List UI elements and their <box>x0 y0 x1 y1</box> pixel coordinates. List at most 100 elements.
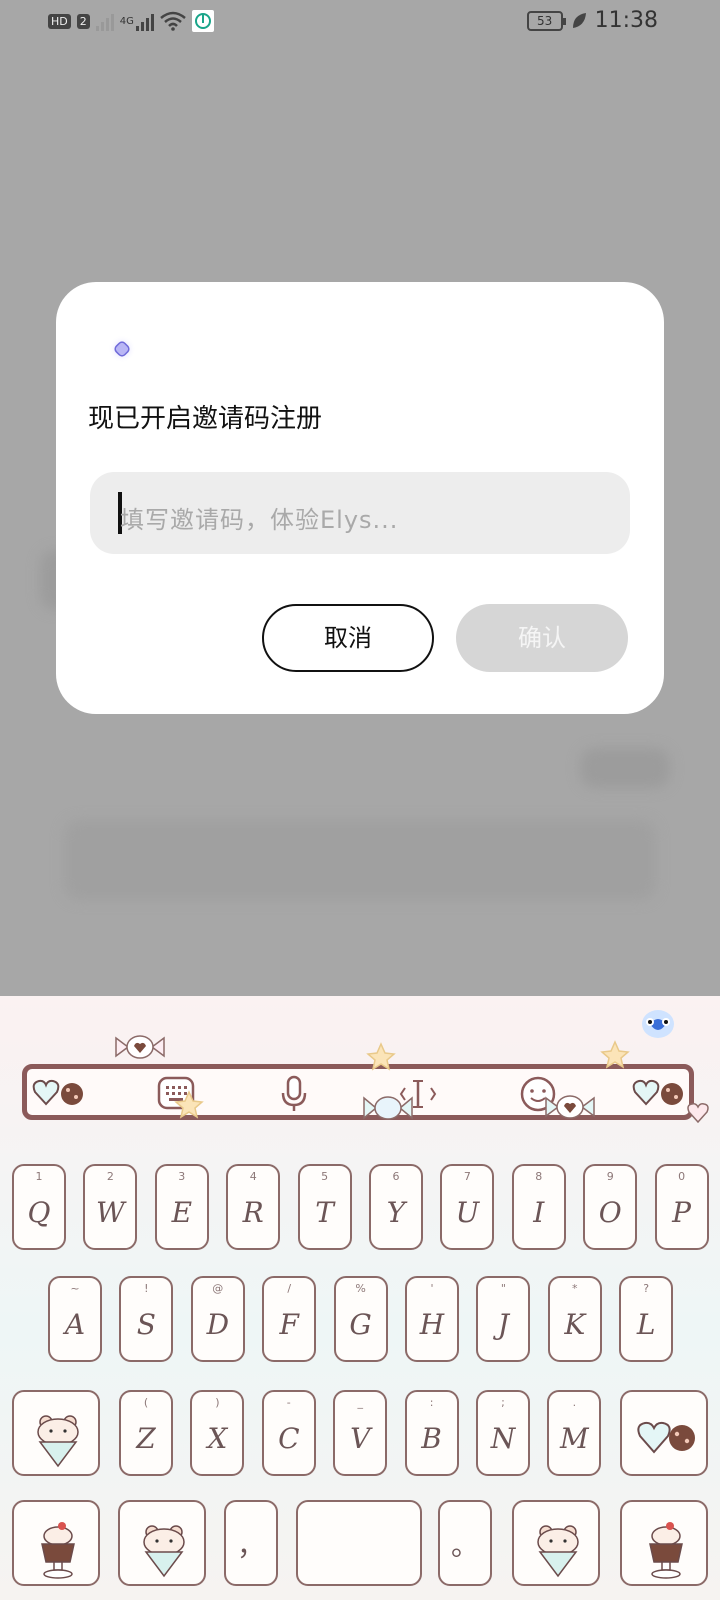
microphone-icon <box>281 1075 307 1111</box>
key-l[interactable]: ? L <box>619 1276 674 1362</box>
key-label: U <box>455 1196 480 1229</box>
key-label: O <box>598 1196 622 1229</box>
key-v[interactable]: _ V <box>333 1390 388 1476</box>
key-t[interactable]: 5T <box>297 1164 352 1250</box>
key-label: P <box>672 1196 692 1229</box>
key-secondary-label: : <box>429 1396 434 1409</box>
key-f[interactable]: / F <box>262 1276 317 1362</box>
key-secondary-label: ~ <box>70 1282 80 1295</box>
key-label: G <box>349 1308 372 1341</box>
delete-key[interactable] <box>620 1390 708 1476</box>
key-secondary-label: 5 <box>321 1170 329 1183</box>
key-p[interactable]: 0P <box>654 1164 709 1250</box>
key-o[interactable]: 9O <box>583 1164 638 1250</box>
key-m[interactable]: .M <box>547 1390 602 1476</box>
key-secondary-label: ? <box>643 1282 650 1295</box>
heart-cookie-icon <box>637 1421 695 1454</box>
sundae-icon <box>649 1522 683 1579</box>
key-h[interactable]: ' H <box>405 1276 459 1362</box>
key-d[interactable]: @ D <box>190 1276 245 1362</box>
key-secondary-label: 1 <box>35 1170 43 1183</box>
key-secondary-label: / <box>287 1282 292 1295</box>
sim-badge: 2 <box>76 13 90 29</box>
key-label: K <box>564 1308 586 1341</box>
key-j[interactable]: " J <box>476 1276 531 1362</box>
bear-icecream-icon <box>37 1415 79 1468</box>
key-label: B <box>421 1422 442 1455</box>
key-secondary-label: @ <box>212 1282 224 1295</box>
app-logo-icon <box>108 335 136 363</box>
cursor-control-button[interactable] <box>398 1074 438 1114</box>
key-s[interactable]: ! S <box>119 1276 174 1362</box>
period-key-label: 。 <box>450 1529 479 1562</box>
keyboard-mascot-icon[interactable] <box>640 1006 676 1042</box>
key-label: T <box>315 1196 334 1229</box>
key-a[interactable]: ~ A <box>48 1276 102 1362</box>
key-secondary-label: 3 <box>178 1170 186 1183</box>
symbols-key[interactable] <box>12 1500 100 1586</box>
key-label: X <box>207 1422 228 1455</box>
key-label: S <box>136 1308 156 1341</box>
input-placeholder: 填写邀请码，体验Elys... <box>120 506 399 534</box>
cancel-button[interactable]: 取消 <box>262 604 434 672</box>
sticker-key[interactable] <box>512 1500 600 1586</box>
key-label: W <box>96 1196 125 1229</box>
background-content <box>64 820 656 900</box>
key-q[interactable]: 1Q <box>12 1164 66 1250</box>
key-label: V <box>350 1422 371 1455</box>
key-label: H <box>419 1308 445 1341</box>
key-label: N <box>490 1422 516 1455</box>
star-decoration-icon <box>600 1040 630 1069</box>
key-u[interactable]: 7U <box>440 1164 495 1250</box>
key-i[interactable]: 8I <box>511 1164 566 1250</box>
key-secondary-label: ( <box>143 1396 149 1409</box>
key-label: I <box>533 1196 545 1229</box>
clock: 11:38 <box>594 8 658 33</box>
heart-decoration-icon <box>687 1103 709 1124</box>
key-n[interactable]: ; N <box>476 1390 530 1476</box>
hd-badge: HD <box>48 13 71 29</box>
key-y[interactable]: 6Y <box>369 1164 423 1250</box>
confirm-button[interactable]: 确认 <box>456 604 628 672</box>
enter-key[interactable] <box>620 1500 708 1586</box>
period-key[interactable]: 。 <box>438 1500 492 1586</box>
status-bar: HD 2 4G 53 11:38 <box>0 0 720 44</box>
shift-key[interactable] <box>12 1390 100 1476</box>
comma-key-label: ， <box>236 1529 265 1562</box>
status-right: 53 11:38 <box>526 8 658 33</box>
key-w[interactable]: 2W <box>83 1164 138 1250</box>
key-b[interactable]: :B <box>404 1390 459 1476</box>
soft-keyboard: 1Q2W3E4R5T6Y7U8I9O0P ~ A! S @ D / F% G ' H " J * K? L … <box>0 996 720 1600</box>
cursor-icon <box>399 1080 437 1108</box>
key-secondary-label: 6 <box>392 1170 400 1183</box>
bear-icecream-icon <box>537 1525 579 1578</box>
voice-input-button[interactable] <box>274 1074 314 1114</box>
key-secondary-label: * <box>572 1282 578 1295</box>
key-label: E <box>171 1196 193 1229</box>
key-z[interactable]: (Z <box>119 1390 173 1476</box>
key-c[interactable]: -C <box>261 1390 316 1476</box>
key-secondary-label: ! <box>144 1282 149 1295</box>
comma-key[interactable]: ， <box>224 1500 278 1586</box>
signal-sim1-icon <box>95 11 114 31</box>
dialog-title: 现已开启邀请码注册 <box>88 404 323 434</box>
space-key[interactable] <box>296 1500 422 1586</box>
language-switch-key[interactable] <box>118 1500 206 1586</box>
key-secondary-label: 4 <box>249 1170 257 1183</box>
key-label: Q <box>27 1196 51 1229</box>
star-decoration-icon <box>366 1042 396 1071</box>
key-x[interactable]: ) X <box>190 1390 245 1476</box>
key-label: R <box>242 1196 264 1229</box>
key-label: Y <box>386 1196 406 1229</box>
key-secondary-label: 2 <box>106 1170 114 1183</box>
key-e[interactable]: 3E <box>154 1164 209 1250</box>
candy-decoration-icon <box>545 1095 595 1119</box>
star-decoration-icon <box>174 1090 204 1119</box>
network-type-label: 4G <box>119 15 134 27</box>
key-g[interactable]: % G <box>333 1276 388 1362</box>
key-r[interactable]: 4R <box>226 1164 281 1250</box>
key-label: A <box>64 1308 86 1341</box>
key-k[interactable]: * K <box>547 1276 602 1362</box>
invite-code-input[interactable]: 填写邀请码，体验Elys... <box>90 472 630 554</box>
key-label: C <box>278 1422 300 1455</box>
